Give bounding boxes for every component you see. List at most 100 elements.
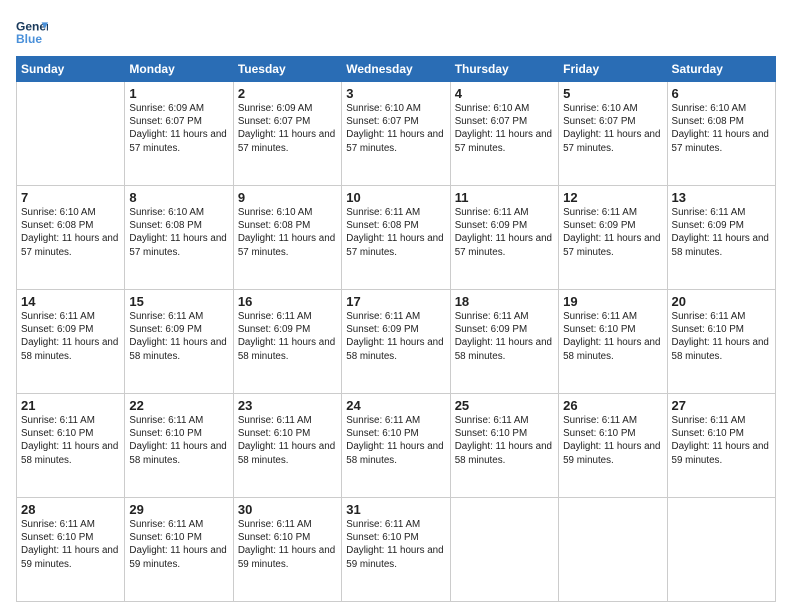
day-number: 3 (346, 86, 445, 101)
cell-info: Sunrise: 6:11 AM Sunset: 6:09 PM Dayligh… (455, 206, 554, 259)
calendar-cell: 9Sunrise: 6:10 AM Sunset: 6:08 PM Daylig… (233, 186, 341, 290)
page: General Blue SundayMondayTuesdayWednesda… (0, 0, 792, 612)
calendar-cell: 3Sunrise: 6:10 AM Sunset: 6:07 PM Daylig… (342, 82, 450, 186)
day-number: 23 (238, 398, 337, 413)
calendar-cell: 1Sunrise: 6:09 AM Sunset: 6:07 PM Daylig… (125, 82, 233, 186)
week-row-5: 28Sunrise: 6:11 AM Sunset: 6:10 PM Dayli… (17, 498, 776, 602)
logo-icon: General Blue (16, 16, 48, 48)
calendar-cell: 14Sunrise: 6:11 AM Sunset: 6:09 PM Dayli… (17, 290, 125, 394)
day-number: 26 (563, 398, 662, 413)
col-header-sunday: Sunday (17, 57, 125, 82)
calendar-cell: 29Sunrise: 6:11 AM Sunset: 6:10 PM Dayli… (125, 498, 233, 602)
calendar-cell (559, 498, 667, 602)
calendar-cell: 31Sunrise: 6:11 AM Sunset: 6:10 PM Dayli… (342, 498, 450, 602)
day-number: 17 (346, 294, 445, 309)
calendar-cell: 24Sunrise: 6:11 AM Sunset: 6:10 PM Dayli… (342, 394, 450, 498)
cell-info: Sunrise: 6:11 AM Sunset: 6:09 PM Dayligh… (21, 310, 120, 363)
calendar-cell: 12Sunrise: 6:11 AM Sunset: 6:09 PM Dayli… (559, 186, 667, 290)
cell-info: Sunrise: 6:10 AM Sunset: 6:07 PM Dayligh… (563, 102, 662, 155)
cell-info: Sunrise: 6:10 AM Sunset: 6:07 PM Dayligh… (346, 102, 445, 155)
cell-info: Sunrise: 6:11 AM Sunset: 6:10 PM Dayligh… (672, 310, 771, 363)
calendar-cell: 28Sunrise: 6:11 AM Sunset: 6:10 PM Dayli… (17, 498, 125, 602)
day-number: 14 (21, 294, 120, 309)
cell-info: Sunrise: 6:11 AM Sunset: 6:10 PM Dayligh… (21, 518, 120, 571)
day-number: 31 (346, 502, 445, 517)
calendar-cell: 5Sunrise: 6:10 AM Sunset: 6:07 PM Daylig… (559, 82, 667, 186)
day-number: 27 (672, 398, 771, 413)
logo: General Blue (16, 16, 48, 48)
calendar-cell: 10Sunrise: 6:11 AM Sunset: 6:08 PM Dayli… (342, 186, 450, 290)
cell-info: Sunrise: 6:11 AM Sunset: 6:10 PM Dayligh… (672, 414, 771, 467)
week-row-4: 21Sunrise: 6:11 AM Sunset: 6:10 PM Dayli… (17, 394, 776, 498)
cell-info: Sunrise: 6:11 AM Sunset: 6:08 PM Dayligh… (346, 206, 445, 259)
svg-text:Blue: Blue (16, 32, 42, 46)
day-number: 2 (238, 86, 337, 101)
day-number: 19 (563, 294, 662, 309)
day-number: 12 (563, 190, 662, 205)
calendar-cell: 21Sunrise: 6:11 AM Sunset: 6:10 PM Dayli… (17, 394, 125, 498)
cell-info: Sunrise: 6:10 AM Sunset: 6:08 PM Dayligh… (238, 206, 337, 259)
week-row-2: 7Sunrise: 6:10 AM Sunset: 6:08 PM Daylig… (17, 186, 776, 290)
calendar-cell: 15Sunrise: 6:11 AM Sunset: 6:09 PM Dayli… (125, 290, 233, 394)
calendar-cell: 8Sunrise: 6:10 AM Sunset: 6:08 PM Daylig… (125, 186, 233, 290)
cell-info: Sunrise: 6:11 AM Sunset: 6:10 PM Dayligh… (129, 414, 228, 467)
cell-info: Sunrise: 6:11 AM Sunset: 6:10 PM Dayligh… (563, 310, 662, 363)
cell-info: Sunrise: 6:11 AM Sunset: 6:10 PM Dayligh… (21, 414, 120, 467)
day-number: 6 (672, 86, 771, 101)
week-row-3: 14Sunrise: 6:11 AM Sunset: 6:09 PM Dayli… (17, 290, 776, 394)
cell-info: Sunrise: 6:10 AM Sunset: 6:08 PM Dayligh… (672, 102, 771, 155)
calendar-cell: 17Sunrise: 6:11 AM Sunset: 6:09 PM Dayli… (342, 290, 450, 394)
cell-info: Sunrise: 6:11 AM Sunset: 6:10 PM Dayligh… (346, 518, 445, 571)
calendar-cell: 13Sunrise: 6:11 AM Sunset: 6:09 PM Dayli… (667, 186, 775, 290)
header: General Blue (16, 16, 776, 48)
day-number: 20 (672, 294, 771, 309)
svg-text:General: General (16, 19, 48, 33)
day-number: 4 (455, 86, 554, 101)
day-number: 1 (129, 86, 228, 101)
day-number: 8 (129, 190, 228, 205)
cell-info: Sunrise: 6:10 AM Sunset: 6:08 PM Dayligh… (129, 206, 228, 259)
day-number: 25 (455, 398, 554, 413)
calendar-cell: 22Sunrise: 6:11 AM Sunset: 6:10 PM Dayli… (125, 394, 233, 498)
header-row: SundayMondayTuesdayWednesdayThursdayFrid… (17, 57, 776, 82)
calendar-cell: 11Sunrise: 6:11 AM Sunset: 6:09 PM Dayli… (450, 186, 558, 290)
day-number: 10 (346, 190, 445, 205)
day-number: 11 (455, 190, 554, 205)
calendar-cell: 7Sunrise: 6:10 AM Sunset: 6:08 PM Daylig… (17, 186, 125, 290)
day-number: 13 (672, 190, 771, 205)
day-number: 24 (346, 398, 445, 413)
cell-info: Sunrise: 6:11 AM Sunset: 6:09 PM Dayligh… (238, 310, 337, 363)
cell-info: Sunrise: 6:10 AM Sunset: 6:07 PM Dayligh… (455, 102, 554, 155)
calendar-cell: 2Sunrise: 6:09 AM Sunset: 6:07 PM Daylig… (233, 82, 341, 186)
col-header-thursday: Thursday (450, 57, 558, 82)
cell-info: Sunrise: 6:11 AM Sunset: 6:10 PM Dayligh… (563, 414, 662, 467)
day-number: 30 (238, 502, 337, 517)
day-number: 9 (238, 190, 337, 205)
calendar-cell: 6Sunrise: 6:10 AM Sunset: 6:08 PM Daylig… (667, 82, 775, 186)
calendar-cell (17, 82, 125, 186)
calendar-cell: 25Sunrise: 6:11 AM Sunset: 6:10 PM Dayli… (450, 394, 558, 498)
calendar-cell: 23Sunrise: 6:11 AM Sunset: 6:10 PM Dayli… (233, 394, 341, 498)
col-header-monday: Monday (125, 57, 233, 82)
calendar-cell: 30Sunrise: 6:11 AM Sunset: 6:10 PM Dayli… (233, 498, 341, 602)
cell-info: Sunrise: 6:09 AM Sunset: 6:07 PM Dayligh… (238, 102, 337, 155)
calendar-cell: 26Sunrise: 6:11 AM Sunset: 6:10 PM Dayli… (559, 394, 667, 498)
calendar-cell (450, 498, 558, 602)
cell-info: Sunrise: 6:11 AM Sunset: 6:10 PM Dayligh… (346, 414, 445, 467)
day-number: 28 (21, 502, 120, 517)
day-number: 15 (129, 294, 228, 309)
cell-info: Sunrise: 6:11 AM Sunset: 6:09 PM Dayligh… (563, 206, 662, 259)
cell-info: Sunrise: 6:10 AM Sunset: 6:08 PM Dayligh… (21, 206, 120, 259)
day-number: 22 (129, 398, 228, 413)
day-number: 5 (563, 86, 662, 101)
calendar-cell: 16Sunrise: 6:11 AM Sunset: 6:09 PM Dayli… (233, 290, 341, 394)
col-header-tuesday: Tuesday (233, 57, 341, 82)
calendar-cell: 20Sunrise: 6:11 AM Sunset: 6:10 PM Dayli… (667, 290, 775, 394)
calendar-cell: 18Sunrise: 6:11 AM Sunset: 6:09 PM Dayli… (450, 290, 558, 394)
cell-info: Sunrise: 6:11 AM Sunset: 6:09 PM Dayligh… (672, 206, 771, 259)
day-number: 21 (21, 398, 120, 413)
cell-info: Sunrise: 6:11 AM Sunset: 6:10 PM Dayligh… (129, 518, 228, 571)
day-number: 16 (238, 294, 337, 309)
week-row-1: 1 Sunrise: 6:09 AM Sunset: 6:07 PM Daylig… (17, 82, 776, 186)
cell-info: Sunrise: 6:11 AM Sunset: 6:10 PM Dayligh… (238, 518, 337, 571)
